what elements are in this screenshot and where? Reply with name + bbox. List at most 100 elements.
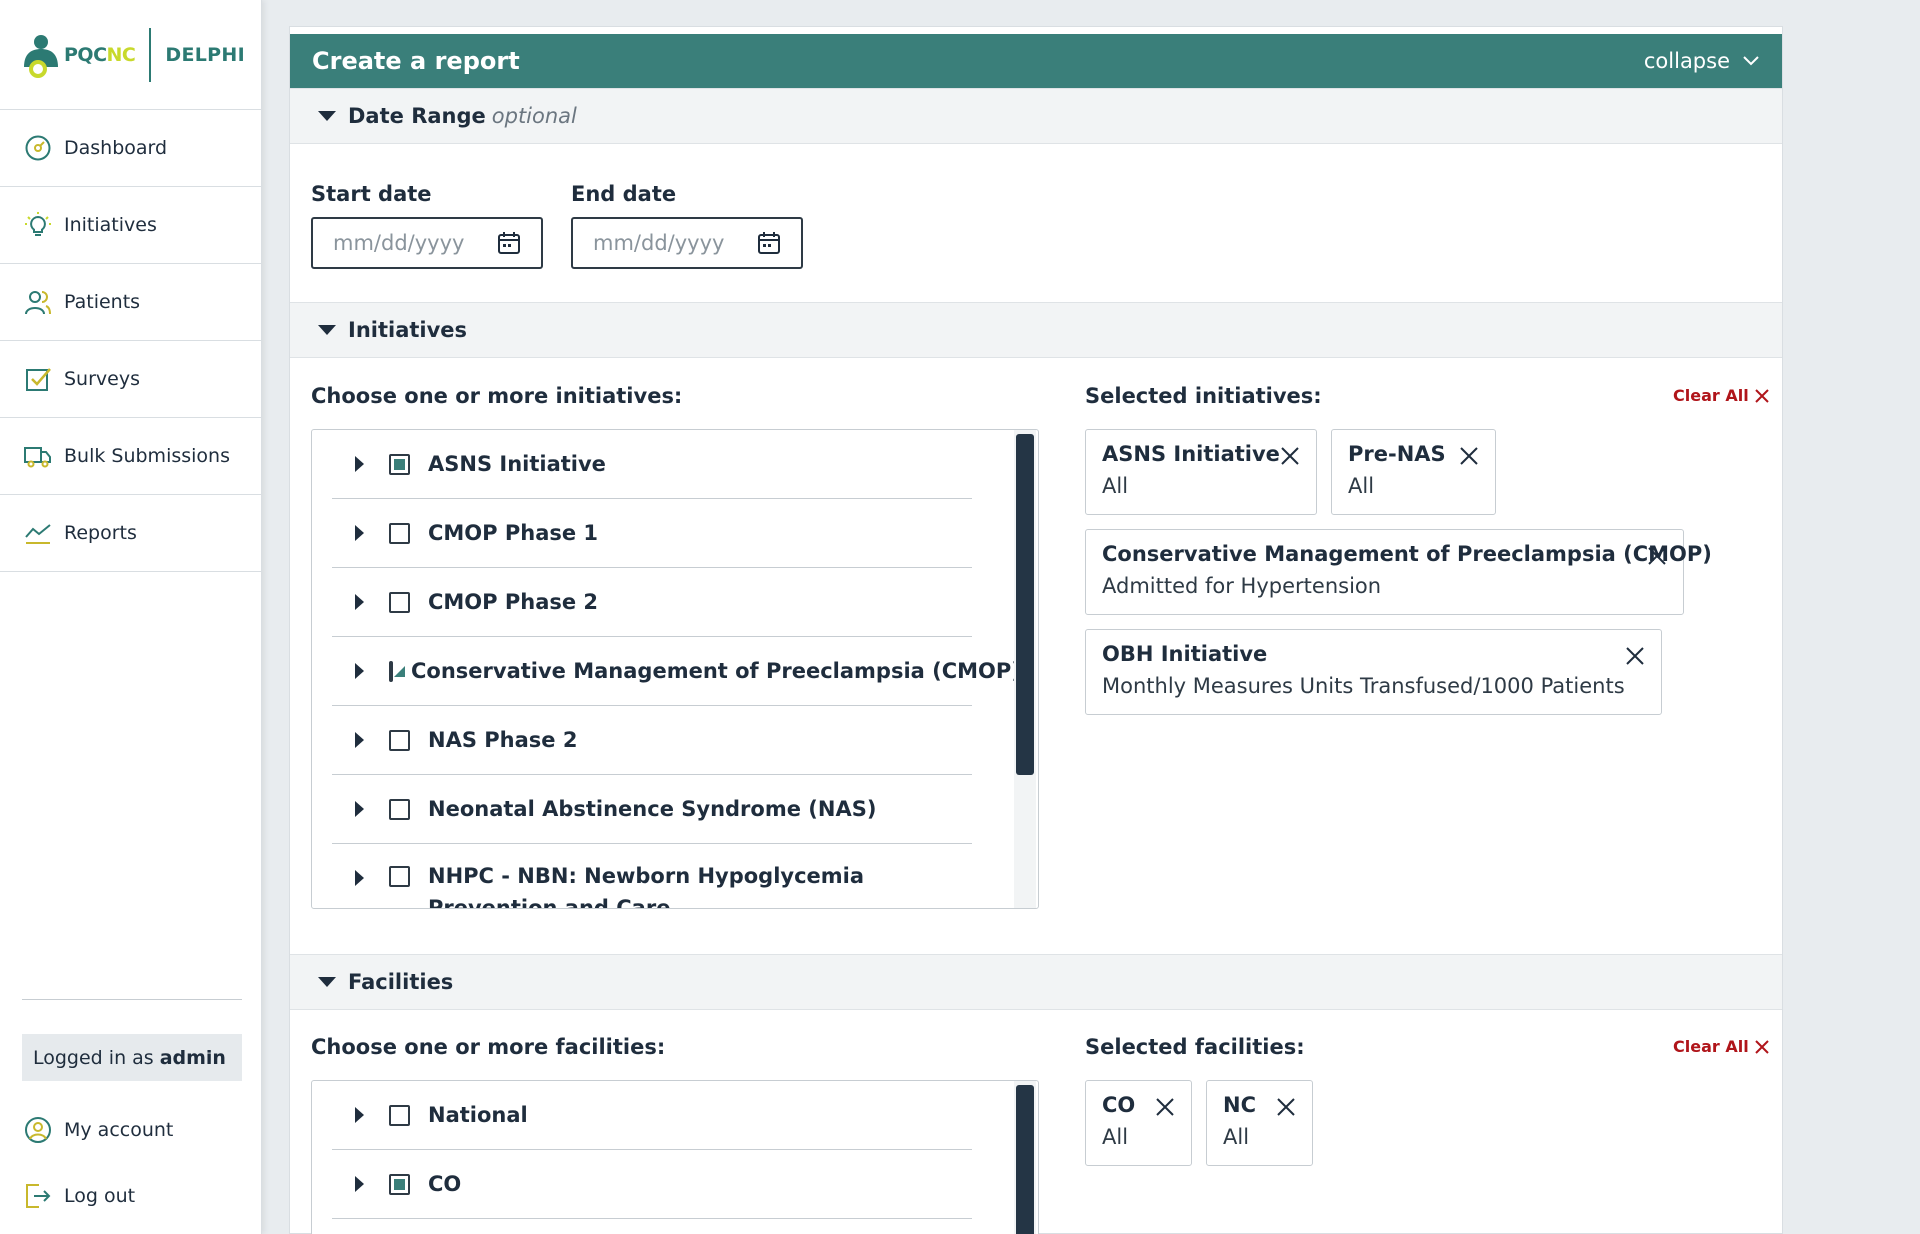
clear-all-facilities-button[interactable]: Clear All xyxy=(1673,1037,1769,1056)
list-item[interactable]: Conservative Management of Preeclampsia … xyxy=(332,637,1021,706)
sidebar-item-label: Dashboard xyxy=(64,137,168,159)
sidebar-item-bulk-submissions[interactable]: Bulk Submissions xyxy=(0,418,261,495)
logged-in-username: admin xyxy=(159,1046,226,1069)
scrollbar-thumb[interactable] xyxy=(1016,434,1034,775)
expand-arrow-icon[interactable] xyxy=(355,594,364,610)
lightbulb-icon xyxy=(24,211,52,239)
sidebar-item-label: Surveys xyxy=(64,368,140,390)
page-title: Create a report xyxy=(312,47,520,75)
selected-facilities-label: Selected facilities: xyxy=(1085,1035,1305,1059)
sidebar-item-label: Patients xyxy=(64,291,141,313)
checkbox[interactable] xyxy=(389,729,410,751)
list-item[interactable]: Neonatal Abstinence Syndrome (NAS) xyxy=(332,775,972,844)
remove-chip-icon[interactable] xyxy=(1623,644,1647,668)
end-date-label: End date xyxy=(571,182,677,206)
list-item[interactable]: NHPC - NBN: Newborn Hypoglycemia Prevent… xyxy=(332,844,972,908)
list-item-label: NAS Phase 2 xyxy=(428,728,578,752)
sidebar-item-reports[interactable]: Reports xyxy=(0,495,261,572)
selected-facility-chip: NC All xyxy=(1206,1080,1313,1166)
expand-arrow-icon[interactable] xyxy=(355,1107,364,1123)
panel-header: Create a report collapse xyxy=(290,34,1782,88)
checkbox-checked[interactable] xyxy=(389,1173,410,1195)
sidebar-item-label: Bulk Submissions xyxy=(64,445,230,467)
sidebar-item-initiatives[interactable]: Initiatives xyxy=(0,187,261,264)
calendar-icon[interactable] xyxy=(497,231,521,255)
sidebar-item-label: Initiatives xyxy=(64,214,157,236)
initiatives-list: ASNS Initiative CMOP Phase 1 CMOP Phase … xyxy=(311,429,1039,909)
expand-arrow-icon[interactable] xyxy=(355,870,364,886)
remove-chip-icon[interactable] xyxy=(1153,1095,1177,1119)
chip-subtitle: Monthly Measures Units Transfused/1000 P… xyxy=(1102,674,1625,698)
list-item[interactable]: CMOP Phase 1 xyxy=(332,499,972,568)
end-date-placeholder: mm/dd/yyyy xyxy=(593,231,725,255)
sidebar-item-surveys[interactable]: Surveys xyxy=(0,341,261,418)
selected-initiatives-label: Selected initiatives: xyxy=(1085,384,1322,408)
list-item-label: CMOP Phase 1 xyxy=(428,521,599,545)
list-item-label: National xyxy=(428,1103,528,1127)
sidebar-item-dashboard[interactable]: Dashboard xyxy=(0,110,261,187)
collapse-button[interactable]: collapse xyxy=(1644,49,1760,73)
expand-arrow-icon[interactable] xyxy=(355,663,364,679)
clear-all-label: Clear All xyxy=(1673,386,1749,405)
my-account-link[interactable]: My account xyxy=(24,1116,173,1144)
chip-subtitle: Admitted for Hypertension xyxy=(1102,574,1382,598)
chevron-down-icon xyxy=(1743,56,1759,66)
app-logo[interactable]: PQCNC DELPHI xyxy=(0,0,261,110)
selected-initiative-chip: Conservative Management of Preeclampsia … xyxy=(1085,529,1712,615)
line-chart-icon xyxy=(24,519,52,547)
calendar-icon[interactable] xyxy=(757,231,781,255)
list-item[interactable]: National xyxy=(332,1081,972,1150)
end-date-input[interactable]: mm/dd/yyyy xyxy=(571,217,803,269)
dashboard-gauge-icon xyxy=(24,134,52,162)
checkbox-checked[interactable] xyxy=(389,453,410,475)
list-item-label: ASNS Initiative xyxy=(428,452,606,476)
checkbox[interactable] xyxy=(389,591,410,613)
logout-icon xyxy=(24,1182,52,1210)
chip-title: ASNS Initiative xyxy=(1102,442,1280,466)
choose-facilities-label: Choose one or more facilities: xyxy=(311,1035,666,1059)
expand-arrow-icon[interactable] xyxy=(355,732,364,748)
remove-chip-icon[interactable] xyxy=(1274,1095,1298,1119)
brand-delphi: DELPHI xyxy=(165,43,245,66)
expand-arrow-icon[interactable] xyxy=(355,801,364,817)
section-title: Initiatives xyxy=(348,318,468,342)
list-item[interactable]: ASNS Initiative xyxy=(332,430,972,499)
list-item[interactable]: CO xyxy=(332,1150,972,1219)
scrollbar-thumb[interactable] xyxy=(1016,1085,1034,1234)
date-range-section-toggle[interactable]: Date Range optional xyxy=(290,88,1782,144)
list-item-label: Conservative Management of Preeclampsia … xyxy=(411,659,1021,683)
list-item[interactable]: CMOP Phase 2 xyxy=(332,568,972,637)
start-date-input[interactable]: mm/dd/yyyy xyxy=(311,217,543,269)
sidebar-item-patients[interactable]: Patients xyxy=(0,264,261,341)
list-item[interactable]: NAS Phase 2 xyxy=(332,706,972,775)
expand-arrow-icon[interactable] xyxy=(355,1176,364,1192)
pqcnc-logo-icon xyxy=(20,33,60,78)
checkbox[interactable] xyxy=(389,798,410,820)
facilities-section-toggle[interactable]: Facilities xyxy=(290,954,1782,1010)
initiatives-section-toggle[interactable]: Initiatives xyxy=(290,302,1782,358)
logo-divider xyxy=(149,27,152,82)
section-title: Date Range xyxy=(348,104,486,128)
chip-subtitle: All xyxy=(1223,1125,1250,1149)
caret-down-icon xyxy=(318,111,336,121)
selected-facility-chip: CO All xyxy=(1085,1080,1192,1166)
expand-arrow-icon[interactable] xyxy=(355,525,364,541)
selected-initiative-chip: OBH Initiative Monthly Measures Units Tr… xyxy=(1085,629,1662,715)
choose-initiatives-label: Choose one or more initiatives: xyxy=(311,384,683,408)
chip-subtitle: All xyxy=(1102,474,1129,498)
remove-chip-icon[interactable] xyxy=(1278,444,1302,468)
remove-chip-icon[interactable] xyxy=(1645,544,1669,568)
clear-all-initiatives-button[interactable]: Clear All xyxy=(1673,386,1769,405)
remove-chip-icon[interactable] xyxy=(1457,444,1481,468)
close-icon xyxy=(1754,1039,1769,1054)
checkbox[interactable] xyxy=(389,1104,410,1126)
facilities-list: National CO xyxy=(311,1080,1039,1234)
sidebar: PQCNC DELPHI Dashboard Initiatives Patie… xyxy=(0,0,262,1234)
expand-arrow-icon[interactable] xyxy=(355,456,364,472)
log-out-link[interactable]: Log out xyxy=(24,1182,135,1210)
checkbox-partial[interactable] xyxy=(389,660,405,682)
checkbox[interactable] xyxy=(389,522,410,544)
clear-all-label: Clear All xyxy=(1673,1037,1749,1056)
caret-down-icon xyxy=(318,977,336,987)
checkbox[interactable] xyxy=(389,866,410,887)
